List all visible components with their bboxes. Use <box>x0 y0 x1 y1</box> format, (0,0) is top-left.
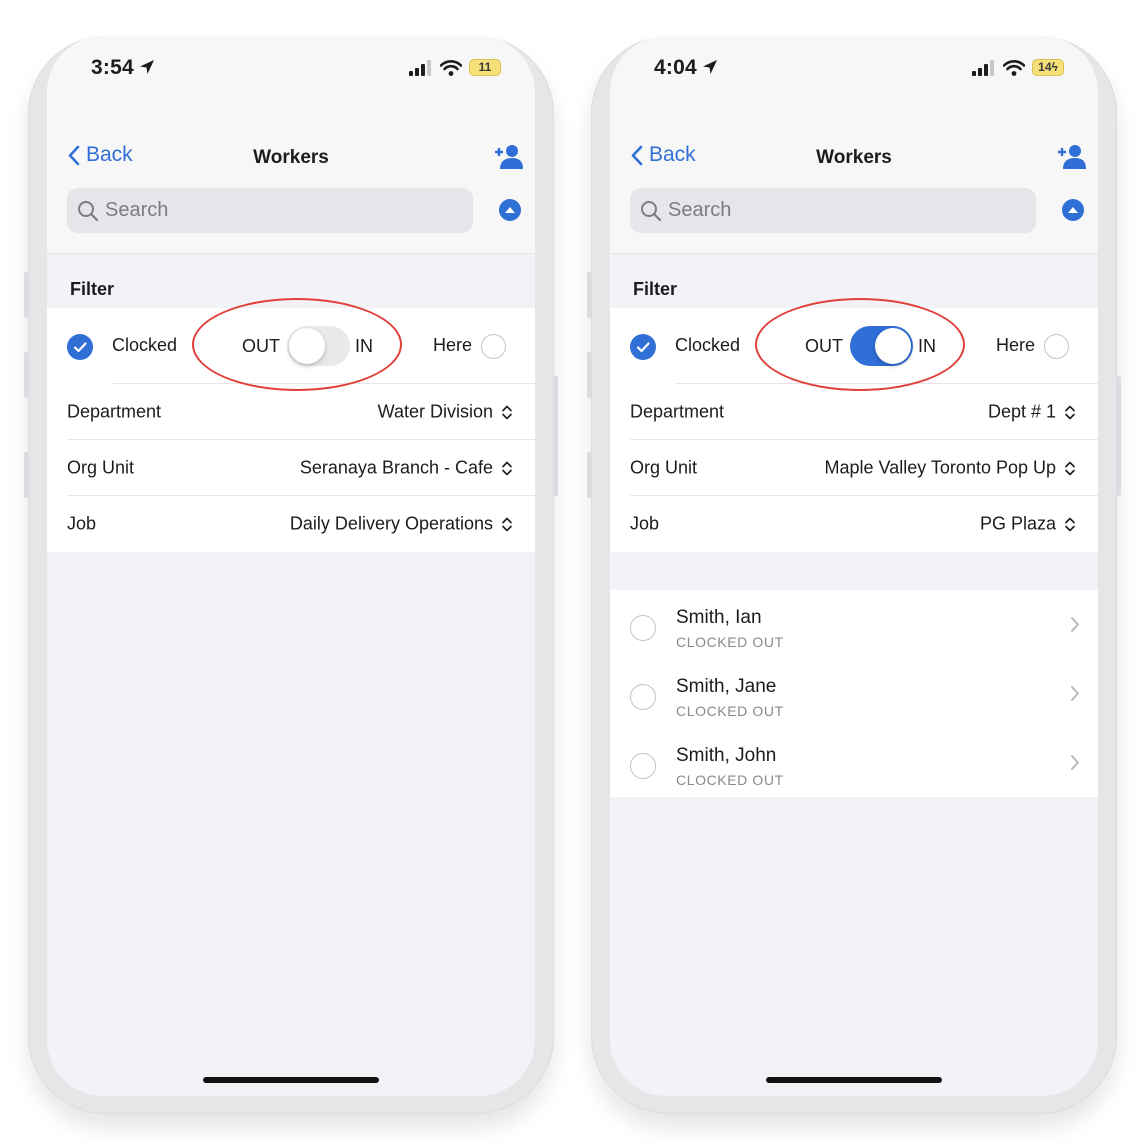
wifi-icon <box>440 59 462 76</box>
home-indicator <box>203 1077 379 1083</box>
checkmark-icon <box>636 342 650 353</box>
org-unit-row[interactable]: Org Unit Seranaya Branch - Cafe <box>47 440 535 496</box>
chevron-right-icon <box>1071 755 1079 770</box>
checkmark-icon <box>73 342 87 353</box>
worker-status: CLOCKED OUT <box>676 703 784 719</box>
chevron-up-down-icon <box>1065 405 1075 419</box>
status-bar: 4:04 14ϟ <box>610 36 1098 100</box>
battery-indicator: 11 <box>469 59 501 76</box>
battery-indicator: 14ϟ <box>1032 59 1064 76</box>
signal-icon <box>972 59 994 76</box>
filter-section-label: Filter <box>70 279 115 299</box>
search-field[interactable] <box>630 188 1036 233</box>
org-unit-row[interactable]: Org Unit Maple Valley Toronto Pop Up <box>610 440 1098 496</box>
search-field[interactable] <box>67 188 473 233</box>
department-value: Water Division <box>377 401 493 422</box>
toggle-knob <box>875 328 911 364</box>
worker-name: Smith, Jane <box>676 676 777 697</box>
search-icon <box>78 200 99 221</box>
collapse-filter-icon[interactable] <box>499 199 521 221</box>
toggle-knob <box>289 328 325 364</box>
status-time: 3:54 <box>91 56 134 79</box>
screen: 3:54 11 Back Workers Filter <box>47 36 535 1096</box>
search-input[interactable] <box>668 199 1008 222</box>
chevron-up-down-icon <box>1065 517 1075 531</box>
list-item[interactable]: Smith, Ian CLOCKED OUT <box>610 590 1098 659</box>
search-input[interactable] <box>105 199 445 222</box>
phone-left: 3:54 11 Back Workers Filter <box>24 36 558 1114</box>
job-value: Daily Delivery Operations <box>289 513 493 534</box>
chevron-up-down-icon <box>502 517 512 531</box>
department-label: Department <box>630 401 725 422</box>
signal-icon <box>409 59 431 76</box>
job-label: Job <box>67 513 97 534</box>
chevron-right-icon <box>1071 686 1079 701</box>
select-radio[interactable] <box>630 684 656 710</box>
worker-name: Smith, Ian <box>676 607 762 628</box>
navigation-bar: Back Workers <box>610 100 1098 254</box>
charging-bolt-icon: ϟ <box>1051 60 1058 74</box>
home-indicator <box>766 1077 942 1083</box>
location-arrow-icon <box>139 60 154 74</box>
out-label: OUT <box>805 336 843 356</box>
department-row[interactable]: Department Water Division <box>47 384 535 440</box>
list-item[interactable]: Smith, John CLOCKED OUT <box>610 728 1098 797</box>
clocked-checkbox[interactable] <box>630 334 656 360</box>
clock-status-toggle[interactable] <box>287 326 350 366</box>
chevron-up-down-icon <box>1065 461 1075 475</box>
status-time: 4:04 <box>654 56 697 79</box>
clocked-row: Clocked OUT IN Here <box>47 308 535 384</box>
collapse-filter-icon[interactable] <box>1062 199 1084 221</box>
select-radio[interactable] <box>630 615 656 641</box>
location-arrow-icon <box>702 60 717 74</box>
job-label: Job <box>630 513 660 534</box>
in-label: IN <box>918 336 936 356</box>
out-label: OUT <box>242 336 280 356</box>
page-title: Workers <box>816 147 892 168</box>
worker-status: CLOCKED OUT <box>676 634 784 650</box>
in-label: IN <box>355 336 373 356</box>
department-label: Department <box>67 401 162 422</box>
list-item[interactable]: Smith, Jane CLOCKED OUT <box>610 659 1098 728</box>
add-user-icon[interactable] <box>495 144 523 170</box>
page-title: Workers <box>253 147 329 168</box>
clocked-label: Clocked <box>675 335 741 355</box>
wifi-icon <box>1003 59 1025 76</box>
screen: 4:04 14ϟ Back Workers Filter <box>610 36 1098 1096</box>
filter-section-label: Filter <box>633 279 678 299</box>
here-label: Here <box>996 335 1036 355</box>
here-radio[interactable] <box>481 334 506 359</box>
department-value: Dept # 1 <box>987 401 1056 422</box>
add-user-icon[interactable] <box>1058 144 1086 170</box>
select-radio[interactable] <box>630 753 656 779</box>
chevron-up-down-icon <box>502 405 512 419</box>
org-unit-label: Org Unit <box>630 457 698 478</box>
worker-status: CLOCKED OUT <box>676 772 784 788</box>
worker-name: Smith, John <box>676 745 777 766</box>
chevron-up-down-icon <box>502 461 512 475</box>
search-icon <box>641 200 662 221</box>
navigation-bar: Back Workers <box>47 100 535 254</box>
clock-status-toggle[interactable] <box>850 326 913 366</box>
department-row[interactable]: Department Dept # 1 <box>610 384 1098 440</box>
filter-card: Clocked OUT IN Here Department Water Div… <box>47 308 535 552</box>
org-unit-label: Org Unit <box>67 457 135 478</box>
clocked-label: Clocked <box>112 335 178 355</box>
clocked-checkbox[interactable] <box>67 334 93 360</box>
clocked-row: Clocked OUT IN Here <box>610 308 1098 384</box>
worker-list: Smith, Ian CLOCKED OUT Smith, Jane CLOCK… <box>610 590 1098 797</box>
job-row[interactable]: Job Daily Delivery Operations <box>47 496 535 552</box>
chevron-right-icon <box>1071 617 1079 632</box>
status-bar: 3:54 11 <box>47 36 535 100</box>
job-value: PG Plaza <box>979 513 1056 534</box>
job-row[interactable]: Job PG Plaza <box>610 496 1098 552</box>
here-label: Here <box>433 335 473 355</box>
here-radio[interactable] <box>1044 334 1069 359</box>
filter-card: Clocked OUT IN Here Department Dept # 1 … <box>610 308 1098 552</box>
org-unit-value: Maple Valley Toronto Pop Up <box>824 457 1056 478</box>
phone-right: 4:04 14ϟ Back Workers Filter <box>587 36 1121 1114</box>
org-unit-value: Seranaya Branch - Cafe <box>299 457 493 478</box>
